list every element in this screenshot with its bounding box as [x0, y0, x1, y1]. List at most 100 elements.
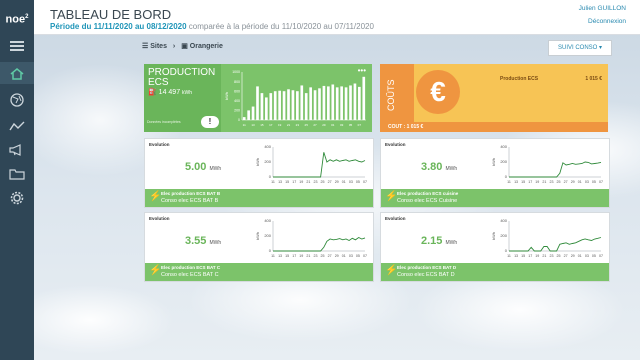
x-tick-label: 25: [305, 123, 309, 127]
x-tick-label: 03: [340, 123, 344, 127]
trend-icon[interactable]: [0, 114, 34, 136]
x-tick-label: 23: [313, 254, 317, 258]
breadcrumb-current[interactable]: Orangerie: [190, 43, 223, 50]
y-axis-label: kWh: [255, 158, 260, 166]
bar: [331, 84, 335, 120]
megaphone-icon[interactable]: [0, 138, 34, 160]
chevron-right-icon: ›: [172, 43, 176, 50]
x-tick-label: 29: [322, 123, 326, 127]
x-tick-label: 15: [285, 180, 289, 184]
gear-icon[interactable]: [0, 186, 34, 208]
menu-icon[interactable]: [0, 34, 34, 56]
bar: [313, 90, 317, 120]
x-tick-label: 21: [306, 180, 310, 184]
card-value: 3.55 MWh: [185, 235, 222, 247]
x-tick-label: 03: [585, 180, 589, 184]
card-meter-name: Elec production ECS cuisine: [397, 191, 459, 196]
evolution-line-chart: 0 200 400 kWh 11 13 15 17 19 21 23 25 27 29 01 03 05 07: [491, 144, 603, 184]
evolution-card-1[interactable]: Evolution 5.00 MWh 0 200 400 kWh 11 13 15 17 19 2…: [144, 138, 374, 208]
x-tick-label: 19: [278, 123, 282, 127]
x-tick-label: 17: [528, 254, 532, 258]
bar: [327, 86, 330, 120]
filter-bar: ☰ Sites › ▣ Orangerie SUIVI CONSO ▾: [136, 38, 612, 58]
x-tick-label: 11: [507, 254, 511, 258]
breadcrumb-root[interactable]: Sites: [150, 43, 167, 50]
user-name[interactable]: Julien GUILLON: [579, 5, 626, 12]
evolution-line-chart: 0 200 400 kWh 11 13 15 17 19 21 23 25 27 29 01 03 05 07: [255, 218, 367, 258]
x-tick-label: 19: [299, 180, 303, 184]
lightning-icon: ⚡: [385, 191, 398, 202]
evolution-card-4[interactable]: Evolution 2.15 MWh 0 200 400 kWh 11 13 15 17 19 2…: [380, 212, 610, 282]
cost-tile[interactable]: COÛTS € Production ECS 1 015 € COUT : 1 …: [380, 64, 608, 132]
series-line: [509, 161, 602, 178]
evolution-card-2[interactable]: Evolution 3.80 MWh 0 200 400 kWh 11 13 15 17 19 2…: [380, 138, 610, 208]
logout-link[interactable]: Déconnexion: [588, 18, 626, 25]
production-value: ⛽ 14 497 kWh: [148, 89, 193, 96]
y-tick-label: 200: [264, 233, 271, 238]
x-tick-label: 03: [585, 254, 589, 258]
y-axis-label: kWh: [224, 92, 229, 100]
x-tick-label: 21: [306, 254, 310, 258]
period-comparison: comparée à la période du 11/10/2020 au 0…: [186, 22, 374, 31]
x-tick-label: 15: [521, 254, 525, 258]
y-tick-label: 1000: [232, 70, 240, 74]
card-meter-name: Elec production ECS BAT D: [397, 265, 457, 270]
alert-button[interactable]: !: [201, 116, 219, 128]
y-axis-label: kWh: [491, 158, 496, 166]
x-tick-label: 03: [349, 254, 353, 258]
lightning-icon: ⚡: [385, 265, 398, 276]
home-icon[interactable]: [0, 62, 34, 84]
x-tick-label: 29: [571, 254, 575, 258]
cost-item-label: Production ECS: [500, 76, 539, 82]
period-text: Période du 11/11/2020 au 08/12/2020 comp…: [50, 22, 374, 31]
bar: [362, 76, 366, 120]
x-tick-label: 01: [578, 254, 582, 258]
y-tick-label: 0: [269, 248, 272, 253]
card-meter-name: Elec production ECS BAT C: [161, 265, 221, 270]
building-icon: ▣: [181, 43, 188, 50]
x-tick-label: 17: [292, 254, 296, 258]
cost-item-value: 1 015 €: [585, 76, 602, 82]
x-tick-label: 27: [328, 180, 332, 184]
x-tick-label: 03: [349, 180, 353, 184]
bar: [322, 85, 326, 120]
bar: [340, 86, 343, 120]
series-line: [273, 152, 366, 178]
y-axis-label: kWh: [491, 232, 496, 240]
evolution-card-3[interactable]: Evolution 3.55 MWh 0 200 400 kWh 11 13 15 17 19 2…: [144, 212, 374, 282]
x-tick-label: 01: [578, 180, 582, 184]
x-tick-label: 29: [335, 180, 339, 184]
evolution-line-chart: 0 200 400 kWh 11 13 15 17 19 21 23 25 27 29 01 03 05 07: [255, 144, 367, 184]
x-tick-label: 29: [335, 254, 339, 258]
y-tick-label: 800: [234, 80, 240, 84]
bar: [349, 85, 352, 120]
more-options-icon[interactable]: •••: [358, 66, 366, 75]
y-tick-label: 400: [264, 218, 271, 223]
x-tick-label: 07: [599, 180, 603, 184]
lightning-icon: ⚡: [149, 265, 162, 276]
sidebar: [0, 34, 34, 360]
x-tick-label: 23: [296, 123, 300, 127]
x-tick-label: 11: [507, 180, 511, 184]
card-value: 5.00 MWh: [185, 161, 222, 173]
y-tick-label: 400: [234, 99, 240, 103]
x-tick-label: 05: [356, 254, 360, 258]
card-meter-sub: Conso elec ECS BAT C: [161, 272, 219, 278]
bar: [344, 87, 348, 120]
folder-icon[interactable]: [0, 162, 34, 184]
breadcrumb: ☰ Sites › ▣ Orangerie: [142, 42, 223, 50]
bar: [296, 91, 299, 120]
series-line: [509, 237, 602, 252]
bar: [335, 87, 339, 120]
production-tile[interactable]: PRODUCTION ECS ⛽ 14 497 kWh Données inco…: [144, 64, 372, 132]
y-tick-label: 400: [500, 144, 507, 149]
list-icon[interactable]: ☰: [142, 43, 148, 50]
tap-icon: ⛽: [148, 89, 157, 96]
x-tick-label: 01: [342, 254, 346, 258]
globe-icon[interactable]: [0, 88, 34, 110]
card-footer: ⚡ Elec production ECS BAT D Conso elec E…: [381, 263, 609, 281]
card-meter-name: Elec production ECS BAT B: [161, 191, 221, 196]
app-logo[interactable]: noe2: [0, 0, 34, 34]
view-select[interactable]: SUIVI CONSO ▾: [548, 40, 612, 56]
x-tick-label: 15: [285, 254, 289, 258]
